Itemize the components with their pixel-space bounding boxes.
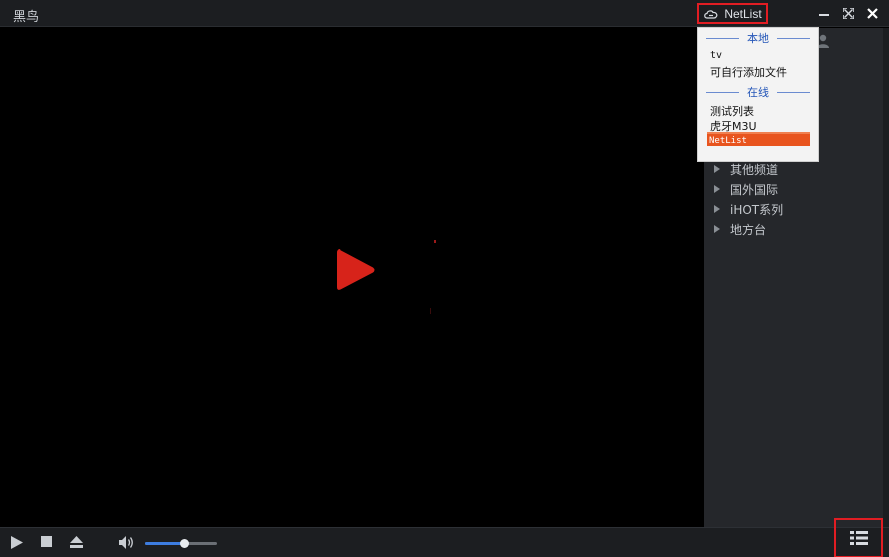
fullscreen-button[interactable] <box>840 5 856 21</box>
play-icon[interactable] <box>11 536 23 549</box>
volume-handle[interactable] <box>180 539 190 548</box>
online-section-header: 在线 <box>698 84 818 100</box>
category-label: 国外国际 <box>730 182 779 197</box>
minimize-button[interactable] <box>816 5 832 21</box>
category-label: 地方台 <box>730 222 767 237</box>
volume-icon[interactable] <box>119 536 134 549</box>
video-artifact <box>430 308 431 314</box>
close-icon <box>866 7 878 19</box>
category-label: 其他频道 <box>730 162 779 177</box>
control-bar <box>0 518 889 557</box>
volume-fill <box>145 542 185 545</box>
cloud-link-icon <box>704 9 718 19</box>
expand-arrow-icon <box>714 205 720 213</box>
dropdown-item-tv[interactable]: tv <box>710 50 722 61</box>
stop-icon[interactable] <box>41 536 52 547</box>
playlist-toggle-button[interactable] <box>834 518 883 557</box>
category-item[interactable]: 其他频道 <box>712 159 783 179</box>
category-item[interactable]: 国外国际 <box>712 179 783 199</box>
expand-arrow-icon <box>714 165 720 173</box>
app-title: 黑鸟 <box>13 10 40 25</box>
minimize-icon <box>819 14 829 16</box>
eject-icon[interactable] <box>70 536 83 548</box>
video-artifact <box>434 240 436 243</box>
online-header-label: 在线 <box>747 86 769 99</box>
local-header-label: 本地 <box>747 32 769 45</box>
dropdown-item-netlist[interactable]: NetList <box>707 132 810 146</box>
local-section-header: 本地 <box>698 30 818 46</box>
netlist-button[interactable]: NetList <box>697 3 768 24</box>
category-label: iHOT系列 <box>730 202 784 217</box>
netlist-dropdown: 本地 tv 可自行添加文件 在线 测试列表 虎牙M3U NetList <box>697 27 819 162</box>
category-item[interactable]: iHOT系列 <box>712 199 783 219</box>
category-list: 其他频道 国外国际 iHOT系列 地方台 <box>712 159 783 239</box>
netlist-label: NetList <box>724 6 762 21</box>
play-triangle-icon[interactable] <box>336 246 376 294</box>
playlist-icon <box>849 531 868 545</box>
close-button[interactable] <box>864 5 880 21</box>
dropdown-item-test-list[interactable]: 测试列表 <box>710 103 754 119</box>
expand-arrow-icon <box>714 185 720 193</box>
expand-arrow-icon <box>714 225 720 233</box>
title-bar: 黑鸟 NetList <box>0 0 889 27</box>
expand-icon <box>842 7 854 19</box>
volume-slider[interactable] <box>145 539 217 548</box>
category-item[interactable]: 地方台 <box>712 219 783 239</box>
dropdown-item-custom-file[interactable]: 可自行添加文件 <box>710 64 787 80</box>
sidebar-scrollbar[interactable] <box>883 28 889 527</box>
